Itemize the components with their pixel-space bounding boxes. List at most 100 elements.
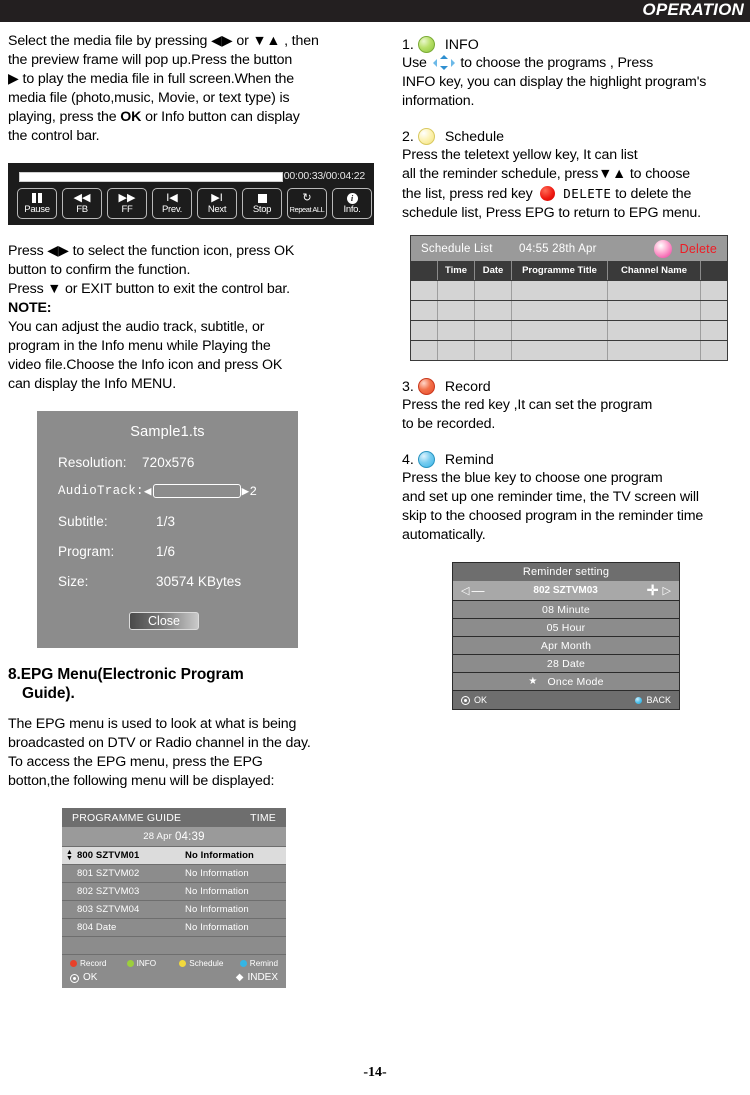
audiotrack-left-arrow-icon[interactable]: ◀	[144, 483, 152, 499]
note-label: NOTE:	[8, 299, 380, 318]
info-button[interactable]: i Info.	[332, 188, 372, 219]
left-arrow-icon[interactable]: ◁	[461, 584, 469, 597]
item-record: 3. Record Press the red key ,It can set …	[402, 378, 746, 434]
programme-guide-row[interactable]: 802 SZTVM03 No Information	[62, 882, 286, 900]
mid-line-3: Press ▼ or EXIT button to exit the contr…	[8, 281, 290, 297]
programme-guide-row[interactable]: 801 SZTVM02 No Information	[62, 864, 286, 882]
media-info-panel: Sample1.ts Resolution: 720x576 AudioTrac…	[37, 411, 298, 648]
ok-key-label: OK	[83, 972, 98, 983]
reminder-row-mode[interactable]: ★ Once Mode	[453, 672, 679, 690]
item-info-label: INFO	[444, 36, 479, 53]
schedule-col-date: Date	[474, 261, 511, 280]
schedule-list-delete-label[interactable]: Delete	[680, 242, 717, 256]
key-remind-label: Remind	[249, 959, 278, 968]
schedule-list-row[interactable]	[411, 280, 727, 300]
right-arrow-icon[interactable]: ▷	[663, 584, 671, 597]
schedule-cell	[437, 341, 474, 360]
key-schedule[interactable]: Schedule	[179, 959, 240, 968]
schedule-cell	[700, 341, 727, 360]
repeat-all-button[interactable]: ↻ Repeat ALL	[287, 188, 327, 219]
item-schedule-heading: 2. Schedule	[402, 128, 746, 145]
key-info-label: INFO	[136, 959, 157, 968]
audiotrack-right-arrow-icon[interactable]: ▶2	[242, 483, 258, 499]
intro-paragraph: Select the media file by pressing ◀▶ or …	[8, 32, 380, 146]
schedule-cell	[411, 281, 437, 300]
reminder-row-minute[interactable]: 08 Minute	[453, 600, 679, 618]
note-line-4: can display the Info MENU.	[8, 376, 177, 392]
programme-guide-clock: 04:39	[174, 830, 205, 843]
plus-icon[interactable]: ✛	[647, 582, 659, 599]
pause-button[interactable]: Pause	[17, 188, 57, 219]
audiotrack-value-box[interactable]	[152, 484, 241, 498]
ok-ring-icon	[70, 974, 79, 983]
reminder-setting-title: Reminder setting	[453, 563, 679, 581]
schedule-cell	[700, 321, 727, 340]
programme-guide-row[interactable]: ▲ ▼ 800 SZTVM01 No Information	[62, 846, 286, 864]
schedule-list-row[interactable]	[411, 300, 727, 320]
reminder-setting-channel: 802 SZTVM03	[533, 585, 598, 596]
subtitle-value: 1/3	[156, 514, 176, 529]
scroll-updown-icon: ▲ ▼	[66, 848, 73, 862]
blue-dot-icon	[635, 696, 643, 704]
fast-backward-button[interactable]: ◀◀ FB	[62, 188, 102, 219]
previous-button[interactable]: I◀ Prev.	[152, 188, 192, 219]
key-remind[interactable]: Remind	[239, 959, 278, 968]
intro-line-2: the preview frame will pop up.Press the …	[8, 52, 293, 68]
schedule-cell	[607, 341, 700, 360]
reminder-row-hour[interactable]: 05 Hour	[453, 618, 679, 636]
programme-guide-info: No Information	[185, 904, 249, 915]
item-remind-heading: 4. Remind	[402, 451, 746, 468]
schedule-cell	[607, 321, 700, 340]
playback-progress-bar[interactable]	[19, 172, 283, 182]
fast-backward-button-label: FB	[76, 204, 88, 215]
item-schedule-line-2: all the reminder schedule, press▼▲ to ch…	[402, 166, 691, 182]
epg-desc-line-3: To access the EPG menu, press the EPG	[8, 754, 263, 770]
schedule-cell	[511, 281, 607, 300]
programme-guide-row[interactable]: 803 SZTVM04 No Information	[62, 900, 286, 918]
close-button[interactable]: Close	[129, 612, 199, 630]
yellow-circle-icon	[417, 128, 435, 145]
programme-guide-bottom-keys: OK ◆ INDEX	[70, 972, 278, 983]
note-line-1: You can adjust the audio track, subtitle…	[8, 319, 265, 335]
item-record-line-1: Press the red key ,It can set the progra…	[402, 397, 653, 413]
schedule-list-time: 04:55 28th Apr	[519, 242, 597, 255]
schedule-col-blank-left	[411, 261, 437, 280]
subtitle-label: Subtitle:	[58, 514, 108, 529]
reminder-back-label: BACK	[646, 695, 671, 705]
schedule-list-row[interactable]	[411, 320, 727, 340]
schedule-cell	[411, 341, 437, 360]
schedule-list-row[interactable]	[411, 340, 727, 360]
reminder-row-date[interactable]: 28 Date	[453, 654, 679, 672]
programme-guide-panel: PROGRAMME GUIDE TIME 28 Apr 04:39 ▲ ▼ 800…	[62, 808, 286, 988]
programme-guide-channel: 804 Date	[77, 922, 117, 933]
rewind-icon: ◀◀	[73, 191, 91, 204]
next-button[interactable]: ▶I Next	[197, 188, 237, 219]
schedule-col-programme-title: Programme Title	[511, 261, 607, 280]
minus-icon[interactable]: —	[471, 583, 484, 598]
schedule-cell	[511, 341, 607, 360]
fast-forward-button[interactable]: ▶▶ FF	[107, 188, 147, 219]
reminder-row-month[interactable]: Apr Month	[453, 636, 679, 654]
schedule-cell	[607, 281, 700, 300]
programme-guide-titlebar: PROGRAMME GUIDE TIME	[62, 808, 286, 827]
blue-circle-icon	[417, 451, 435, 468]
fast-forward-icon: ▶▶	[118, 191, 136, 204]
programme-guide-row[interactable]: 804 Date No Information	[62, 918, 286, 936]
intro-line-1: Select the media file by pressing ◀▶ or …	[8, 33, 319, 49]
epg-desc-line-1: The EPG menu is used to look at what is …	[8, 716, 297, 732]
reminder-back-key[interactable]: BACK	[635, 695, 671, 705]
green-dot-icon	[126, 960, 134, 967]
key-schedule-label: Schedule	[189, 959, 224, 968]
info-row-audiotrack[interactable]: AudioTrack: ◀ ▶2	[37, 483, 298, 499]
key-record[interactable]: Record	[70, 959, 127, 968]
programme-guide-channel: 801 SZTVM02	[77, 868, 140, 879]
reminder-ok-key[interactable]: OK	[461, 695, 487, 705]
schedule-cell	[474, 341, 511, 360]
info-icon: i	[346, 192, 358, 204]
key-info[interactable]: INFO	[126, 959, 180, 968]
schedule-cell	[511, 301, 607, 320]
stop-button[interactable]: Stop	[242, 188, 282, 219]
index-key[interactable]: ◆ INDEX	[236, 972, 278, 983]
pause-button-label: Pause	[24, 204, 50, 215]
ok-key[interactable]: OK	[70, 972, 97, 983]
